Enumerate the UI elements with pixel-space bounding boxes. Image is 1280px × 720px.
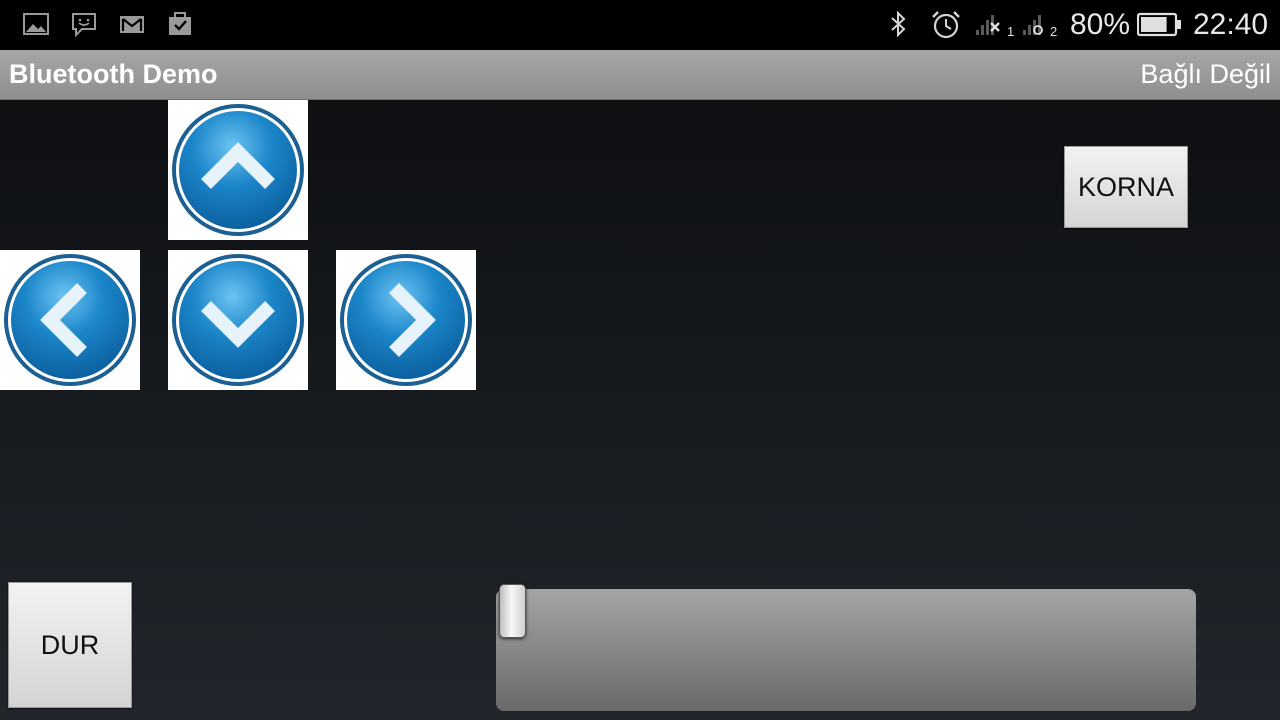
- left-button[interactable]: [0, 250, 140, 390]
- clock: 22:40: [1193, 8, 1269, 41]
- chevron-down-icon: [172, 254, 304, 386]
- stop-button[interactable]: DUR: [8, 582, 132, 708]
- app-title: Bluetooth Demo: [9, 59, 218, 89]
- signal-sim2-icon: 2: [1022, 10, 1064, 39]
- chat-icon: [70, 10, 98, 38]
- battery-icon: [1136, 10, 1183, 38]
- speed-slider-thumb[interactable]: [499, 584, 526, 638]
- alarm-icon: [930, 10, 960, 39]
- chevron-left-icon: [4, 254, 136, 386]
- clipboard-check-icon: [166, 10, 194, 38]
- forward-button[interactable]: [168, 100, 308, 240]
- horn-button[interactable]: KORNA: [1064, 146, 1188, 228]
- image-icon: [22, 10, 50, 38]
- battery-percent: 80%: [1070, 8, 1131, 41]
- gmail-icon: [118, 10, 146, 38]
- connection-status: Bağlı Değil: [1140, 59, 1271, 89]
- sim1-label: 1: [1007, 24, 1014, 38]
- right-button[interactable]: [336, 250, 476, 390]
- battery-fill: [1141, 17, 1167, 32]
- bluetooth-icon: [884, 10, 912, 38]
- signal-sim1-icon: 1: [975, 10, 1017, 39]
- title-bar: Bluetooth Demo Bağlı Değil: [0, 50, 1280, 100]
- sim2-label: 2: [1050, 24, 1057, 38]
- speed-slider-track[interactable]: [496, 589, 1196, 711]
- backward-button[interactable]: [168, 250, 308, 390]
- status-bar: 1 2 80% 22:40: [0, 0, 1280, 50]
- chevron-up-icon: [172, 104, 304, 236]
- chevron-right-icon: [340, 254, 472, 386]
